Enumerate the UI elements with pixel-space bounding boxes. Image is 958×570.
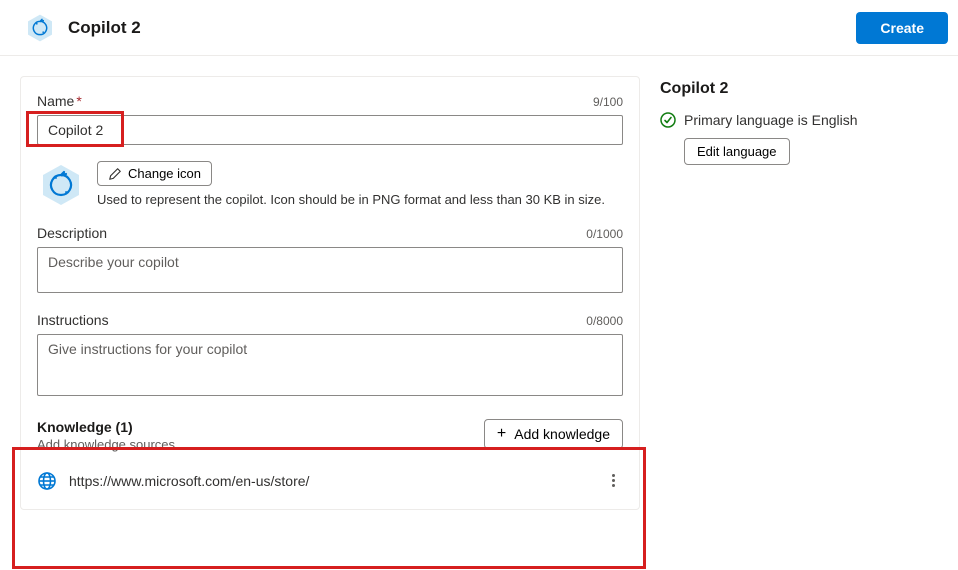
knowledge-header: Knowledge (1) Add knowledge sources + Ad… <box>37 419 623 452</box>
knowledge-item-left: https://www.microsoft.com/en-us/store/ <box>37 471 309 491</box>
content-row: Name* 9/100 Change icon Used to represe <box>0 56 958 510</box>
description-label-row: Description 0/1000 <box>37 225 623 241</box>
language-status-text: Primary language is English <box>684 112 858 128</box>
side-panel: Copilot 2 Primary language is English Ed… <box>640 76 958 510</box>
main-panel: Name* 9/100 Change icon Used to represe <box>20 76 640 510</box>
name-char-count: 9/100 <box>593 95 623 109</box>
knowledge-item-menu-button[interactable] <box>604 470 623 491</box>
edit-icon <box>108 167 122 181</box>
instructions-char-count: 0/8000 <box>586 314 623 328</box>
knowledge-section: Knowledge (1) Add knowledge sources + Ad… <box>37 419 623 497</box>
knowledge-header-text: Knowledge (1) Add knowledge sources <box>37 419 175 452</box>
instructions-field-block: Instructions 0/8000 <box>37 312 623 399</box>
icon-row: Change icon Used to represent the copilo… <box>37 161 623 209</box>
knowledge-title: Knowledge (1) <box>37 419 175 435</box>
name-field-block: Name* 9/100 <box>37 93 623 145</box>
knowledge-url: https://www.microsoft.com/en-us/store/ <box>69 473 309 489</box>
instructions-input[interactable] <box>37 334 623 396</box>
side-title: Copilot 2 <box>660 80 958 98</box>
name-label-row: Name* 9/100 <box>37 93 623 109</box>
description-input[interactable] <box>37 247 623 293</box>
change-icon-button[interactable]: Change icon <box>97 161 212 186</box>
create-button[interactable]: Create <box>856 12 948 44</box>
copilot-icon <box>24 12 56 44</box>
page-title: Copilot 2 <box>68 18 141 38</box>
name-input[interactable] <box>37 115 623 145</box>
description-field-block: Description 0/1000 <box>37 225 623 296</box>
plus-icon: + <box>497 426 506 442</box>
edit-language-button[interactable]: Edit language <box>684 138 790 165</box>
check-circle-icon <box>660 112 676 128</box>
add-knowledge-button[interactable]: + Add knowledge <box>484 419 623 449</box>
knowledge-subtitle: Add knowledge sources <box>37 437 175 452</box>
page-header: Copilot 2 Create <box>0 0 958 56</box>
icon-row-right: Change icon Used to represent the copilo… <box>97 161 623 207</box>
instructions-label-row: Instructions 0/8000 <box>37 312 623 328</box>
icon-hint-text: Used to represent the copilot. Icon shou… <box>97 192 623 207</box>
copilot-avatar-icon <box>37 161 85 209</box>
language-status-row: Primary language is English <box>660 112 958 128</box>
required-star: * <box>76 93 81 109</box>
description-char-count: 0/1000 <box>586 227 623 241</box>
name-label: Name* <box>37 93 82 109</box>
header-left: Copilot 2 <box>24 12 141 44</box>
knowledge-item: https://www.microsoft.com/en-us/store/ <box>37 464 623 497</box>
globe-icon <box>37 471 57 491</box>
description-label: Description <box>37 225 107 241</box>
instructions-label: Instructions <box>37 312 109 328</box>
